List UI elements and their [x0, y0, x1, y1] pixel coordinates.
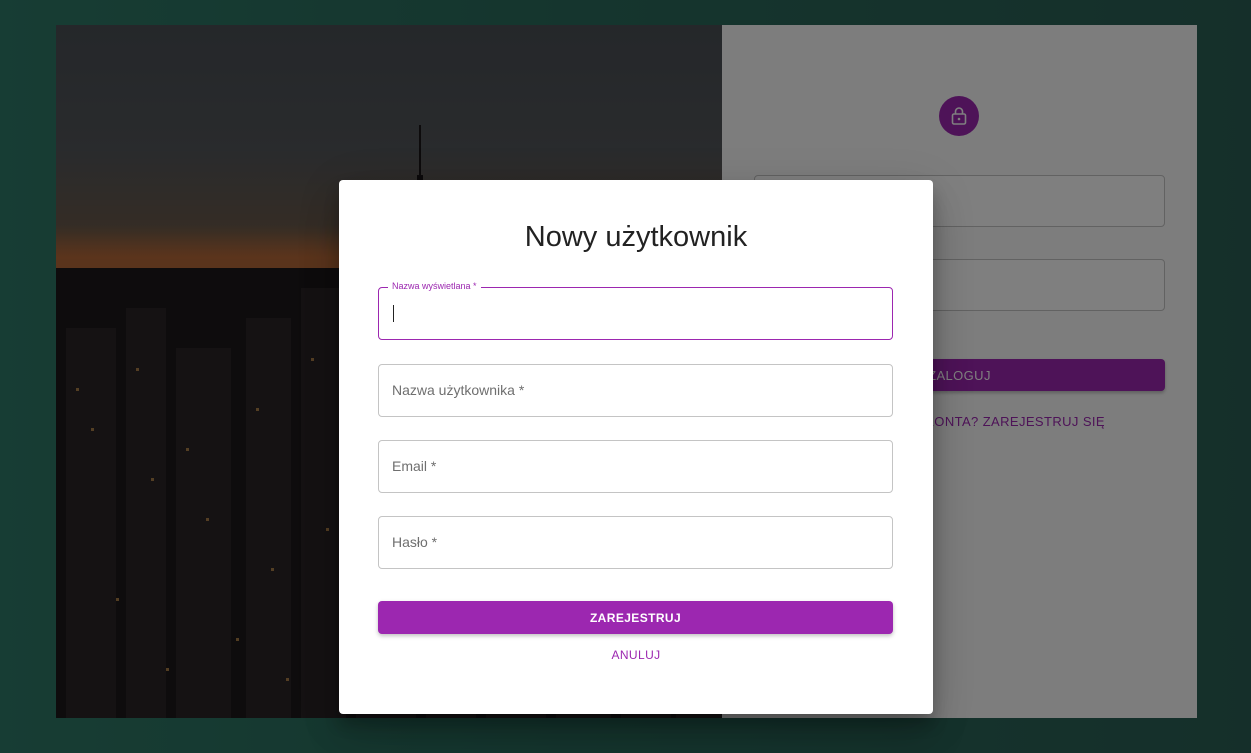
username-field[interactable]: Nazwa użytkownika * [378, 364, 893, 417]
email-field[interactable]: Email * [378, 440, 893, 493]
display-name-field[interactable]: Nazwa wyświetlana * [378, 281, 893, 340]
display-name-label: Nazwa wyświetlana * [388, 281, 481, 291]
dialog-title: Nowy użytkownik [524, 221, 748, 253]
email-label: Email * [392, 458, 437, 474]
register-button[interactable]: ZAREJESTRUJ [378, 601, 893, 634]
cancel-button[interactable]: ANULUJ [339, 648, 933, 662]
register-dialog: Nowy użytkownik Nazwa wyświetlana * Nazw… [339, 180, 933, 714]
password-field[interactable]: Hasło * [378, 516, 893, 569]
text-caret [393, 305, 394, 322]
password-label: Hasło * [392, 534, 438, 550]
username-label: Nazwa użytkownika * [392, 382, 525, 398]
